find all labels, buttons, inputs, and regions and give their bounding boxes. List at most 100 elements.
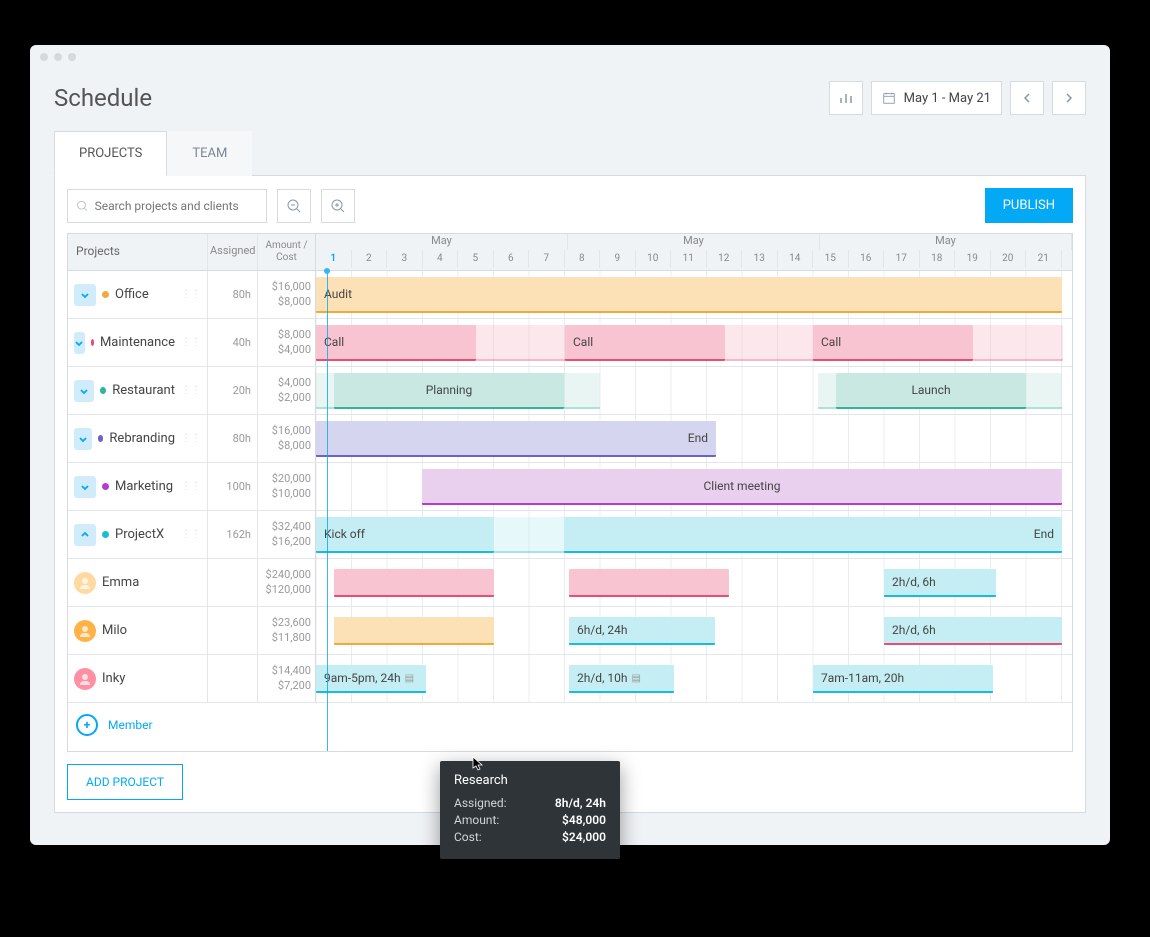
day-cell[interactable]: 19 <box>955 250 991 268</box>
assignment-bar[interactable] <box>334 617 494 645</box>
grid-header: Projects Assigned Amount / Cost MayMayMa… <box>68 234 1072 271</box>
day-cell[interactable]: 14 <box>778 250 814 268</box>
traffic-light[interactable] <box>54 53 62 61</box>
timeline-cell[interactable]: 2h/d, 6h <box>316 559 1072 606</box>
drag-handle-icon[interactable]: ⋮⋮ <box>181 339 201 346</box>
day-cell[interactable]: 10 <box>636 250 672 268</box>
project-name: Marketing <box>115 479 173 494</box>
timeline-cell[interactable]: 9am-5pm, 24h▤ 2h/d, 10h▤ 7am-11am, 20h <box>316 655 1072 702</box>
assignment-bar[interactable]: 2h/d, 6h <box>884 617 1062 645</box>
assignment-bar[interactable]: 7am-11am, 20h <box>813 665 993 693</box>
drag-handle-icon[interactable]: ⋮⋮ <box>181 483 201 490</box>
task-bar[interactable]: Call <box>813 325 973 361</box>
traffic-light[interactable] <box>68 53 76 61</box>
expand-toggle[interactable] <box>74 524 96 546</box>
day-cell[interactable]: 12 <box>707 250 743 268</box>
expand-toggle[interactable] <box>74 476 96 498</box>
project-name: Rebranding <box>109 431 175 446</box>
assignment-bar[interactable] <box>569 569 729 597</box>
prev-button[interactable] <box>1010 81 1044 115</box>
task-bar[interactable]: Call <box>316 325 476 361</box>
expand-toggle[interactable] <box>74 332 85 354</box>
day-cell[interactable]: 8 <box>565 250 601 268</box>
task-bar[interactable]: Call <box>565 325 725 361</box>
task-bar[interactable]: Kick off <box>316 517 494 553</box>
drag-handle-icon[interactable]: ⋮⋮ <box>181 387 201 394</box>
add-project-button[interactable]: ADD PROJECT <box>67 764 183 800</box>
chart-button[interactable] <box>829 81 863 115</box>
avatar <box>74 572 96 594</box>
assignment-bar[interactable]: 9am-5pm, 24h▤ <box>316 665 426 693</box>
tab-team[interactable]: TEAM <box>167 131 252 176</box>
timeline-cell[interactable]: Planning Launch <box>316 367 1072 414</box>
timeline-cell[interactable]: Call Call Call <box>316 319 1072 366</box>
schedule-grid: Projects Assigned Amount / Cost MayMayMa… <box>67 233 1073 752</box>
task-bar[interactable]: Launch <box>836 373 1026 409</box>
traffic-light[interactable] <box>40 53 48 61</box>
day-cell[interactable]: 6 <box>494 250 530 268</box>
timeline-cell[interactable]: Kick off End <box>316 511 1072 558</box>
drag-handle-icon[interactable]: ⋮⋮ <box>181 291 201 298</box>
day-cell[interactable]: 21 <box>1026 250 1062 268</box>
row-label: Marketing ⋮⋮ <box>68 463 208 510</box>
month-label: May <box>568 234 820 250</box>
zoom-out-button[interactable] <box>277 189 311 223</box>
day-cell[interactable]: 11 <box>671 250 707 268</box>
task-bar-ext <box>316 373 334 409</box>
day-cell[interactable]: 1 <box>316 250 352 268</box>
search-box[interactable] <box>67 189 267 223</box>
zoom-in-button[interactable] <box>321 189 355 223</box>
task-bar[interactable]: End <box>564 517 1062 553</box>
day-cell[interactable]: 3 <box>387 250 423 268</box>
day-cell[interactable]: 18 <box>920 250 956 268</box>
day-cell[interactable]: 7 <box>529 250 565 268</box>
assignment-bar[interactable] <box>334 569 494 597</box>
assignment-bar[interactable]: 2h/d, 10h▤ <box>569 665 674 693</box>
day-cell[interactable]: 15 <box>813 250 849 268</box>
day-cell[interactable]: 16 <box>849 250 885 268</box>
drag-handle-icon[interactable]: ⋮⋮ <box>181 435 201 442</box>
member-name: Emma <box>102 575 139 590</box>
project-color-dot <box>102 291 109 298</box>
task-bar[interactable]: Audit <box>316 277 1062 313</box>
assignment-bar[interactable]: 2h/d, 6h <box>884 569 996 597</box>
row-label: Restaurant⋮⋮ <box>68 367 208 414</box>
tab-projects[interactable]: PROJECTS <box>54 131 167 176</box>
day-cell[interactable]: 2 <box>352 250 388 268</box>
day-cell[interactable]: 9 <box>600 250 636 268</box>
day-cell[interactable]: 13 <box>742 250 778 268</box>
chevron-down-icon <box>79 386 89 396</box>
assigned-hours <box>208 607 258 654</box>
project-color-dot <box>91 339 94 346</box>
add-member-row[interactable]: +Member <box>68 703 1072 751</box>
next-button[interactable] <box>1052 81 1086 115</box>
search-input[interactable] <box>95 199 258 213</box>
timeline-cell[interactable]: 6h/d, 24h 2h/d, 6h <box>316 607 1072 654</box>
publish-button[interactable]: PUBLISH <box>985 188 1073 223</box>
expand-toggle[interactable] <box>74 380 94 402</box>
drag-handle-icon[interactable]: ⋮⋮ <box>181 531 201 538</box>
expand-toggle[interactable] <box>74 284 96 306</box>
bar-chart-icon <box>838 90 854 106</box>
task-bar[interactable]: Planning <box>334 373 564 409</box>
timeline-cell[interactable]: Client meeting <box>316 463 1072 510</box>
assignment-bar[interactable]: 6h/d, 24h <box>569 617 715 645</box>
day-cell[interactable]: 4 <box>423 250 459 268</box>
filter-row: PUBLISH <box>67 188 1073 223</box>
amount-cost: $240,000$120,000 <box>258 559 316 606</box>
timeline-cell[interactable]: End <box>316 415 1072 462</box>
timeline-cell[interactable]: Audit <box>316 271 1072 318</box>
day-cell[interactable]: 5 <box>458 250 494 268</box>
bar-tooltip: Research Assigned:8h/d, 24h Amount:$48,0… <box>440 761 620 859</box>
add-member-button[interactable]: +Member <box>68 703 153 747</box>
day-cell[interactable]: 17 <box>884 250 920 268</box>
project-name: Office <box>115 287 149 302</box>
tooltip-assigned-label: Assigned: <box>454 796 507 810</box>
day-cell[interactable]: 20 <box>991 250 1027 268</box>
row-label: Maintenance⋮⋮ <box>68 319 208 366</box>
date-range-picker[interactable]: May 1 - May 21 <box>871 81 1002 115</box>
expand-toggle[interactable] <box>74 428 92 450</box>
task-bar[interactable]: End <box>316 421 716 457</box>
task-bar[interactable]: Client meeting <box>422 469 1062 505</box>
amount-cost: $14,400$7,200 <box>258 655 316 702</box>
